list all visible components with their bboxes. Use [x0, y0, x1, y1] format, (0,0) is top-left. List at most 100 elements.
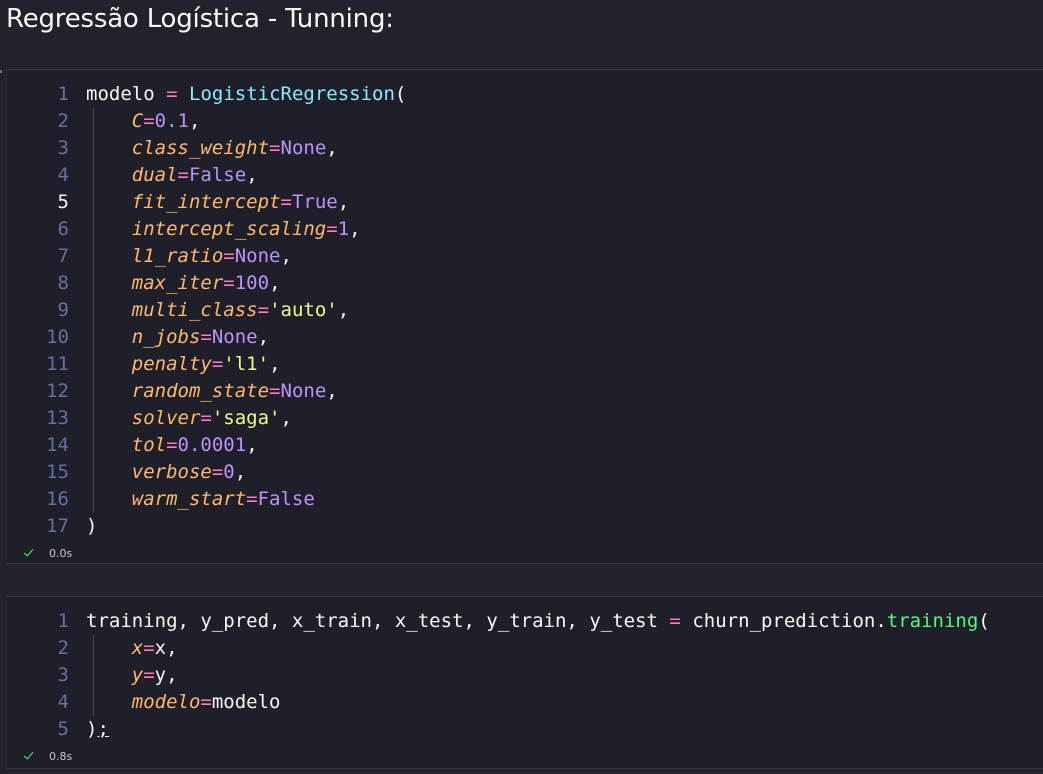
code-token: =	[326, 218, 338, 240]
code-token: =	[200, 326, 212, 348]
code-token: random_state	[131, 380, 270, 402]
code-token: =	[143, 110, 155, 132]
code-text: C=0.1,	[86, 108, 201, 135]
code-token: ,	[257, 326, 270, 348]
code-text: penalty='l1',	[86, 351, 281, 378]
code-token: False	[188, 164, 247, 186]
line-number: 2	[57, 637, 69, 659]
code-line[interactable]: 11 penalty='l1',	[7, 351, 1043, 378]
code-line[interactable]: 3 class_weight=None,	[7, 135, 1043, 162]
code-text: solver='saga',	[86, 405, 292, 432]
code-line[interactable]: 10 n_jobs=None,	[7, 324, 1043, 351]
line-number: 4	[57, 691, 69, 713]
code-cell-1[interactable]: 1 modelo = LogisticRegression(2 C=0.1, 3 c…	[6, 69, 1043, 564]
code-line[interactable]: 3 y=y,	[7, 662, 1043, 689]
markdown-cell[interactable]: Regressão Logística - Tunning:	[0, 0, 1043, 68]
code-token: warm_start	[131, 488, 247, 510]
code-text: );	[86, 716, 109, 743]
indent-guide	[93, 108, 94, 513]
code-token: (	[978, 610, 990, 632]
line-number: 15	[46, 461, 69, 483]
code-line[interactable]: 15 verbose=0,	[7, 459, 1043, 486]
line-number: 5	[57, 191, 69, 213]
code-text: random_state=None,	[86, 378, 338, 405]
code-token: ,	[280, 407, 292, 429]
line-number: 8	[57, 272, 69, 294]
code-text: modelo = LogisticRegression(	[86, 81, 406, 108]
line-number: 6	[57, 218, 69, 240]
code-token: =	[211, 353, 224, 375]
execution-time: 0.0s	[49, 546, 73, 560]
code-token: None	[211, 326, 258, 348]
code-line[interactable]: 7 l1_ratio=None,	[7, 243, 1043, 270]
code-line[interactable]: 1 modelo = LogisticRegression(	[7, 81, 1043, 108]
line-number: 12	[46, 380, 69, 402]
code-token: ,	[166, 664, 178, 686]
code-token: max_iter	[131, 272, 224, 294]
code-line[interactable]: 8 max_iter=100,	[7, 270, 1043, 297]
code-token: (	[394, 83, 407, 105]
code-line[interactable]: 4 modelo=modelo	[7, 689, 1043, 716]
line-number: 1	[57, 610, 69, 632]
code-token: ,	[269, 272, 281, 294]
line-number: 4	[57, 164, 69, 186]
line-number: 3	[57, 664, 69, 686]
code-text: class_weight=None,	[86, 135, 338, 162]
code-cell-2[interactable]: 1 training, y_pred, x_train, x_test, y_tr…	[6, 596, 1043, 769]
cell-status: 0.8s	[23, 748, 72, 764]
code-text: intercept_scaling=1,	[86, 216, 361, 243]
code-token: modelo	[86, 83, 155, 105]
code-token: =	[280, 191, 292, 213]
code-token: =	[166, 434, 178, 456]
code-token: modelo	[131, 691, 201, 713]
code-token: fit_intercept	[131, 191, 281, 213]
code-text: max_iter=100,	[86, 270, 281, 297]
code-line[interactable]: 5);	[7, 716, 1043, 743]
code-editor[interactable]: 1 training, y_pred, x_train, x_test, y_tr…	[7, 608, 1043, 743]
line-number: 3	[57, 137, 69, 159]
code-line[interactable]: 17)	[7, 513, 1043, 540]
code-line[interactable]: 1 training, y_pred, x_train, x_test, y_tr…	[7, 608, 1043, 635]
code-token: =	[200, 691, 212, 713]
code-token: ,	[189, 110, 201, 132]
code-text: dual=False,	[86, 162, 258, 189]
code-token: =	[223, 272, 235, 294]
code-text: )	[86, 513, 97, 540]
code-token: training	[886, 610, 979, 632]
code-text: l1_ratio=None,	[86, 243, 292, 270]
line-number: 5	[57, 718, 69, 740]
code-text: warm_start=False	[86, 486, 315, 513]
code-token: ,	[269, 353, 281, 375]
code-token: =	[211, 461, 224, 483]
code-line[interactable]: 4 dual=False,	[7, 162, 1043, 189]
code-editor[interactable]: 1 modelo = LogisticRegression(2 C=0.1, 3 c…	[7, 81, 1043, 540]
line-number: 14	[46, 434, 69, 456]
code-line[interactable]: 5 fit_intercept=True,	[7, 189, 1043, 216]
code-line[interactable]: 2 C=0.1,	[7, 108, 1043, 135]
code-token: =	[257, 299, 270, 321]
code-text: training, y_pred, x_train, x_test, y_tra…	[86, 608, 990, 635]
check-icon	[23, 546, 37, 560]
code-text: tol=0.0001,	[86, 432, 258, 459]
code-token: None	[280, 137, 327, 159]
code-text: multi_class='auto',	[86, 297, 349, 324]
code-line[interactable]: 14 tol=0.0001,	[7, 432, 1043, 459]
code-token: None	[234, 245, 281, 267]
markdown-heading: Regressão Logística - Tunning:	[6, 4, 394, 34]
code-line[interactable]: 2 x=x,	[7, 635, 1043, 662]
code-line[interactable]: 13 solver='saga',	[7, 405, 1043, 432]
indent-guide	[93, 635, 94, 716]
line-number: 9	[57, 299, 69, 321]
code-token: =	[200, 407, 212, 429]
code-token: LogisticRegression	[189, 83, 395, 105]
code-line[interactable]: 16 warm_start=False	[7, 486, 1043, 513]
code-token: ,	[337, 191, 350, 213]
code-line[interactable]: 6 intercept_scaling=1,	[7, 216, 1043, 243]
code-token: None	[280, 380, 327, 402]
code-token: training, y_pred, x_train, x_test, y_tra…	[86, 610, 658, 632]
code-line[interactable]: 9 multi_class='auto',	[7, 297, 1043, 324]
code-token: multi_class	[131, 299, 258, 321]
code-line[interactable]: 12 random_state=None,	[7, 378, 1043, 405]
code-token: =	[269, 380, 281, 402]
